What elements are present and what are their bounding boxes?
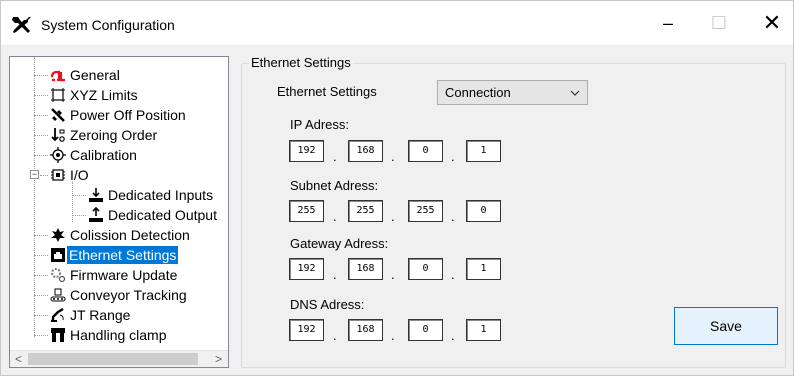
subnet-octet-2-input[interactable]: 255: [348, 200, 383, 222]
tree-item-label: Calibration: [70, 147, 137, 163]
tree-item-jt-range[interactable]: JT Range: [10, 305, 228, 325]
subnet-octet-3-input[interactable]: 255: [408, 200, 443, 222]
tree-item-label: Colission Detection: [70, 227, 190, 243]
chevron-down-icon: [570, 90, 580, 96]
tree-item-zeroing-order[interactable]: Zeroing Order: [10, 125, 228, 145]
tree-item-label: Zeroing Order: [70, 127, 158, 143]
subnet-separator: .: [333, 209, 337, 224]
gateway-octet-3-input[interactable]: 0: [408, 258, 443, 280]
ip-address-label: IP Adress:: [290, 117, 350, 132]
dns-separator: .: [391, 328, 395, 343]
scrollbar-thumb[interactable]: [28, 353, 198, 365]
dedicated-inputs-icon: [89, 188, 103, 202]
tree-item-firmware-update[interactable]: Firmware Update: [10, 265, 228, 285]
tree-item-label: Dedicated Inputs: [108, 187, 214, 203]
tree-horizontal-scrollbar[interactable]: < >: [10, 350, 228, 367]
save-button[interactable]: Save: [674, 307, 778, 345]
close-button[interactable]: ✕: [749, 1, 794, 45]
tree-item-calibration[interactable]: Calibration: [10, 145, 228, 165]
tree-item-label: XYZ Limits: [70, 87, 138, 103]
gateway-separator: .: [451, 267, 455, 282]
ip-octet-3-input[interactable]: 0: [408, 140, 443, 162]
calibration-icon: [50, 147, 66, 163]
tree-item-label: Conveyor Tracking: [70, 287, 187, 303]
jt-range-icon: [51, 307, 64, 322]
ip-separator: .: [391, 149, 395, 164]
tree-item-label: Handling clamp: [70, 327, 167, 343]
ip-separator: .: [333, 149, 337, 164]
dns-separator: .: [333, 328, 337, 343]
gateway-address-label: Gateway Adress:: [290, 236, 389, 251]
dns-separator: .: [451, 328, 455, 343]
scroll-left-button[interactable]: <: [10, 351, 27, 367]
handling-clamp-icon: [51, 328, 65, 342]
window-title: System Configuration: [41, 17, 175, 33]
ip-octet-2-input[interactable]: 168: [348, 140, 383, 162]
tree-item-label: Dedicated Output: [108, 207, 217, 223]
scroll-right-button[interactable]: >: [210, 351, 227, 367]
dedicated-output-icon: [89, 207, 103, 222]
tree-item-dedicated-inputs[interactable]: Dedicated Inputs: [10, 185, 228, 205]
tree-item-general[interactable]: General: [10, 65, 228, 85]
tree-item-label: Ethernet Settings: [67, 246, 179, 264]
tree-item-label: General: [70, 67, 120, 83]
tree-item-handling-clamp[interactable]: Handling clamp: [10, 325, 228, 345]
settings-tree[interactable]: General XYZ Limits Power Off Position Ze…: [9, 56, 229, 368]
tree-item-label: Power Off Position: [70, 107, 186, 123]
ethernet-settings-icon: [51, 248, 65, 262]
tools-icon: [12, 17, 31, 33]
ip-octet-1-input[interactable]: 192: [289, 140, 324, 162]
tree-item-io[interactable]: − I/O: [10, 165, 228, 185]
ethernet-mode-dropdown[interactable]: Connection: [437, 80, 588, 105]
title-bar[interactable]: System Configuration – ☐ ✕: [1, 1, 793, 45]
dns-address-label: DNS Adress:: [290, 297, 365, 312]
subnet-separator: .: [391, 209, 395, 224]
gateway-octet-1-input[interactable]: 192: [289, 258, 324, 280]
tree-item-conveyor-tracking[interactable]: Conveyor Tracking: [10, 285, 228, 305]
dropdown-value: Connection: [445, 85, 511, 100]
tree-item-dedicated-output[interactable]: Dedicated Output: [10, 205, 228, 225]
gateway-octet-4-input[interactable]: 1: [466, 258, 501, 280]
subnet-address-label: Subnet Adress:: [290, 178, 379, 193]
subnet-separator: .: [451, 209, 455, 224]
general-icon: [50, 70, 65, 82]
ethernet-settings-label: Ethernet Settings: [277, 84, 377, 99]
gateway-octet-2-input[interactable]: 168: [348, 258, 383, 280]
tree-item-label: Firmware Update: [70, 267, 178, 283]
collision-detection-icon: [51, 228, 65, 242]
collapse-toggle[interactable]: −: [30, 170, 39, 179]
group-title: Ethernet Settings: [249, 55, 353, 70]
system-configuration-window: System Configuration – ☐ ✕ General XYZ L…: [0, 0, 794, 376]
tree-item-label: JT Range: [70, 307, 131, 323]
tree-item-power-off-position[interactable]: Power Off Position: [10, 105, 228, 125]
xyz-limits-icon: [51, 88, 65, 102]
tree-item-collision-detection[interactable]: Colission Detection: [10, 225, 228, 245]
tree-item-label: I/O: [70, 167, 89, 183]
tree-item-ethernet-settings[interactable]: Ethernet Settings: [10, 245, 228, 265]
subnet-octet-1-input[interactable]: 255: [289, 200, 324, 222]
conveyor-tracking-icon: [50, 288, 66, 302]
io-icon: [51, 169, 65, 181]
zeroing-order-icon: [51, 128, 65, 142]
firmware-update-icon: [51, 268, 66, 283]
ip-octet-4-input[interactable]: 1: [466, 140, 501, 162]
maximize-button[interactable]: ☐: [696, 1, 742, 45]
dns-octet-3-input[interactable]: 0: [408, 319, 443, 341]
minimize-button[interactable]: –: [645, 1, 691, 45]
dns-octet-1-input[interactable]: 192: [289, 319, 324, 341]
ip-separator: .: [451, 149, 455, 164]
power-off-position-icon: [51, 108, 65, 122]
tree-item-xyz-limits[interactable]: XYZ Limits: [10, 85, 228, 105]
gateway-separator: .: [333, 267, 337, 282]
dns-octet-4-input[interactable]: 1: [466, 319, 501, 341]
subnet-octet-4-input[interactable]: 0: [466, 200, 501, 222]
gateway-separator: .: [391, 267, 395, 282]
dns-octet-2-input[interactable]: 168: [348, 319, 383, 341]
